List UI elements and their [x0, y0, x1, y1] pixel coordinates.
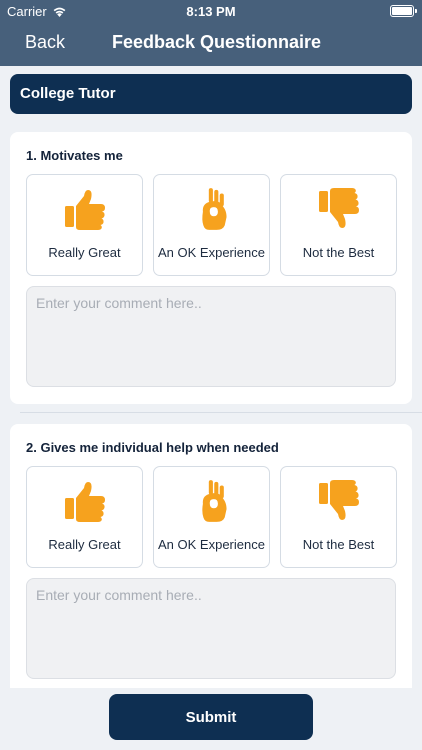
rating-options: Really Great An OK Experience Not the Be…	[26, 174, 397, 276]
rating-really-great[interactable]: Really Great	[26, 466, 143, 568]
rating-label: An OK Experience	[158, 537, 265, 552]
rating-really-great[interactable]: Really Great	[26, 174, 143, 276]
comment-input[interactable]	[26, 286, 396, 387]
rating-not-the-best[interactable]: Not the Best	[280, 174, 397, 276]
thumbs-down-icon	[317, 187, 361, 231]
rating-not-the-best[interactable]: Not the Best	[280, 466, 397, 568]
question-card-2: 2. Gives me individual help when needed …	[10, 424, 412, 688]
footer-bar: Submit	[0, 688, 422, 750]
rating-options: Really Great An OK Experience Not the Be…	[26, 466, 397, 568]
comment-input[interactable]	[26, 578, 396, 679]
rating-ok-experience[interactable]: An OK Experience	[153, 466, 270, 568]
questionnaire-scroll-area[interactable]: College Tutor 1. Motivates me Really Gre…	[0, 66, 422, 688]
thumbs-up-icon	[63, 187, 107, 231]
question-text: 1. Motivates me	[26, 148, 123, 163]
rating-label: Really Great	[48, 537, 121, 552]
status-time: 8:13 PM	[186, 4, 236, 19]
rating-ok-experience[interactable]: An OK Experience	[153, 174, 270, 276]
rating-label: An OK Experience	[158, 245, 265, 260]
rating-label: Not the Best	[302, 245, 375, 260]
rating-label: Really Great	[48, 245, 121, 260]
navigation-bar: Back Feedback Questionnaire	[0, 22, 422, 66]
submit-button[interactable]: Submit	[109, 694, 313, 740]
ok-hand-icon	[192, 479, 232, 523]
status-bar: Carrier 8:13 PM	[0, 0, 422, 22]
thumbs-up-icon	[63, 479, 107, 523]
page-title: Feedback Questionnaire	[112, 32, 322, 52]
ok-hand-icon	[192, 187, 232, 231]
back-button[interactable]: Back	[25, 32, 65, 53]
rating-label: Not the Best	[302, 537, 375, 552]
question-card-1: 1. Motivates me Really Great An OK Exper…	[10, 132, 412, 404]
tutor-header: College Tutor	[10, 74, 412, 114]
question-text: 2. Gives me individual help when needed	[26, 440, 279, 455]
battery-icon	[390, 5, 417, 17]
thumbs-down-icon	[317, 479, 361, 523]
divider	[20, 412, 422, 413]
